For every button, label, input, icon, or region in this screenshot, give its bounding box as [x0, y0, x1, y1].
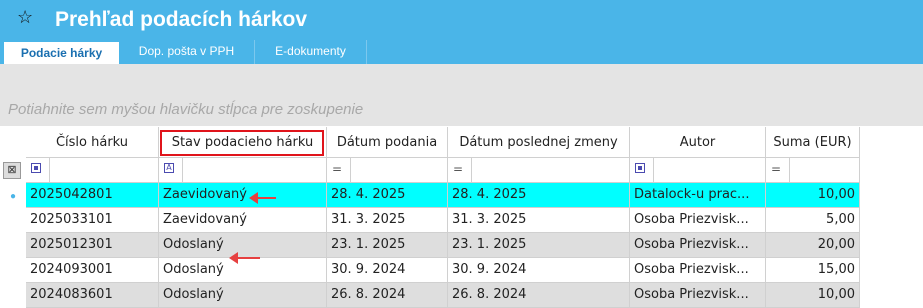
annotation-arrow: [249, 192, 276, 204]
column-header-stav[interactable]: Stav podacieho hárku: [159, 127, 327, 158]
cell-suma[interactable]: 5,00: [766, 208, 860, 233]
tab-bar: Podacie hárky Dop. pošta v PPH E-dokumen…: [0, 40, 923, 64]
tab-dop-posta[interactable]: Dop. pošta v PPH: [119, 40, 255, 64]
cell-cislo-harku[interactable]: 2024083601: [26, 283, 159, 308]
column-header-datum-zmeny[interactable]: Dátum poslednej zmeny: [448, 127, 630, 158]
filter-divider: [350, 158, 351, 182]
row-indicator-column: ⊠ ●: [0, 127, 26, 306]
cell-suma[interactable]: 10,00: [766, 283, 860, 308]
cell-autor[interactable]: Osoba Priezvisk...: [630, 208, 766, 233]
cell-datum-podania[interactable]: 26. 8. 2024: [327, 283, 448, 308]
cell-datum-podania[interactable]: 31. 3. 2025: [327, 208, 448, 233]
cell-datum-zmeny[interactable]: 23. 1. 2025: [448, 233, 630, 258]
cell-autor[interactable]: Datalock-u prac...: [630, 183, 766, 208]
group-hint-text: Potiahnite sem myšou hlavičku stĺpca pre…: [8, 101, 364, 118]
filter-cell-datum-podania[interactable]: =: [327, 158, 448, 183]
cell-datum-zmeny[interactable]: 26. 8. 2024: [448, 283, 630, 308]
current-row-indicator: ●: [10, 191, 17, 202]
cell-stav[interactable]: Odoslaný: [159, 258, 327, 283]
cell-stav[interactable]: Zaevidovaný: [159, 208, 327, 233]
cell-datum-zmeny[interactable]: 28. 4. 2025: [448, 183, 630, 208]
filter-divider: [789, 158, 790, 182]
filter-cell-stav[interactable]: A: [159, 158, 327, 183]
filter-cell-datum-zmeny[interactable]: =: [448, 158, 630, 183]
cell-stav[interactable]: Zaevidovaný: [159, 183, 327, 208]
filter-text-icon[interactable]: A: [164, 163, 174, 173]
favorite-star-icon[interactable]: ☆: [17, 7, 33, 28]
cell-suma[interactable]: 10,00: [766, 183, 860, 208]
cell-datum-zmeny[interactable]: 31. 3. 2025: [448, 208, 630, 233]
filter-divider: [49, 158, 50, 182]
cell-autor[interactable]: Osoba Priezvisk...: [630, 233, 766, 258]
cell-suma[interactable]: 15,00: [766, 258, 860, 283]
filter-equals-icon[interactable]: =: [453, 162, 463, 176]
cell-datum-podania[interactable]: 28. 4. 2025: [327, 183, 448, 208]
cell-cislo-harku[interactable]: 2025042801: [26, 183, 159, 208]
title-bar: ☆ Prehľad podacích hárkov: [0, 0, 923, 40]
annotation-arrow: [229, 252, 260, 264]
filter-cell-autor[interactable]: [630, 158, 766, 183]
page-title: Prehľad podacích hárkov: [55, 8, 307, 31]
filter-equals-icon[interactable]: =: [332, 162, 342, 176]
filter-divider: [653, 158, 654, 182]
column-header-cislo-harku[interactable]: Číslo hárku: [26, 127, 159, 158]
cell-stav[interactable]: Odoslaný: [159, 283, 327, 308]
tab-e-dokumenty[interactable]: E-dokumenty: [255, 40, 367, 64]
cell-suma[interactable]: 20,00: [766, 233, 860, 258]
column-header-autor[interactable]: Autor: [630, 127, 766, 158]
filter-cell-suma[interactable]: =: [766, 158, 860, 183]
column-header-datum-podania[interactable]: Dátum podania: [327, 127, 448, 158]
filter-equals-icon[interactable]: =: [771, 162, 781, 176]
cell-datum-podania[interactable]: 23. 1. 2025: [327, 233, 448, 258]
tab-podacie-harky[interactable]: Podacie hárky: [4, 40, 119, 64]
filter-divider: [471, 158, 472, 182]
cell-cislo-harku[interactable]: 2025012301: [26, 233, 159, 258]
cell-stav[interactable]: Odoslaný: [159, 233, 327, 258]
data-grid: ⊠ ● Číslo hárku Stav podacieho hárku A Dátu…: [0, 127, 923, 308]
filter-cell-cislo-harku[interactable]: [26, 158, 159, 183]
cell-cislo-harku[interactable]: 2025033101: [26, 208, 159, 233]
cell-cislo-harku[interactable]: 2024093001: [26, 258, 159, 283]
group-panel[interactable]: Potiahnite sem myšou hlavičku stĺpca pre…: [0, 64, 923, 126]
cell-autor[interactable]: Osoba Priezvisk...: [630, 283, 766, 308]
filter-clear-icon[interactable]: ⊠: [3, 162, 21, 179]
cell-autor[interactable]: Osoba Priezvisk...: [630, 258, 766, 283]
filter-select-icon[interactable]: [31, 163, 41, 173]
cell-datum-podania[interactable]: 30. 9. 2024: [327, 258, 448, 283]
column-header-suma[interactable]: Suma (EUR): [766, 127, 860, 158]
filter-divider: [182, 158, 183, 182]
cell-datum-zmeny[interactable]: 30. 9. 2024: [448, 258, 630, 283]
filter-select-icon[interactable]: [635, 163, 645, 173]
